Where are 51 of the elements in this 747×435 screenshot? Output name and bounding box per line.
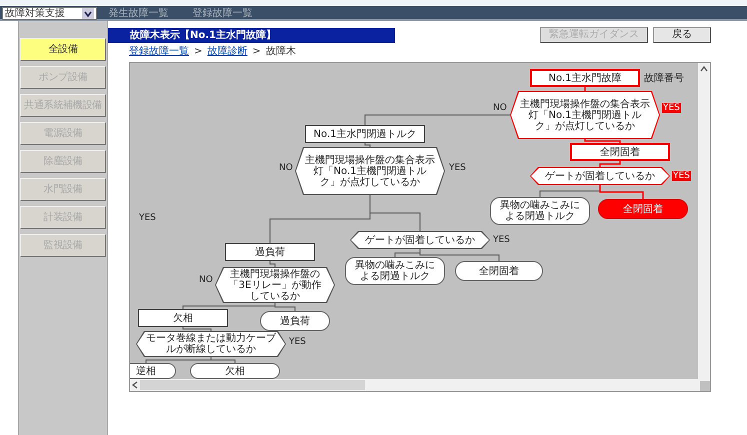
cause-node[interactable]: 異物の噛みこみによる閉過トルク: [490, 197, 590, 225]
branch-label: YES: [672, 171, 691, 181]
branch-label: NO: [198, 275, 214, 285]
question-hexagon[interactable]: 主機門現場操作盤の集合表示灯「No.1主機門閉過トルク」が点灯しているか: [510, 91, 660, 139]
question-hexagon[interactable]: モータ巻線または動力ケーブルが断線しているか: [136, 331, 286, 357]
scroll-left-icon[interactable]: [130, 379, 140, 391]
connector-line: [599, 185, 644, 199]
nav-tab[interactable]: 登録故障一覧: [180, 6, 264, 21]
horizontal-scrollbar[interactable]: [130, 379, 700, 391]
event-box[interactable]: 欠相: [138, 309, 228, 327]
cause-node[interactable]: 全閉固着: [598, 199, 688, 219]
breadcrumb-link[interactable]: 登録故障一覧: [129, 47, 189, 57]
connector-line: [364, 142, 370, 148]
scrollbar-thumb[interactable]: [140, 380, 365, 390]
event-box[interactable]: No.1主水門閉過トルク: [305, 125, 425, 143]
question-hexagon[interactable]: ゲートが固着しているか: [350, 231, 490, 249]
cause-node[interactable]: 異物の噛みこみによる閉過トルク: [345, 257, 445, 285]
fault-number-label: 故障番号: [644, 72, 684, 86]
connector-line: [584, 139, 621, 143]
page-title: 故障木表示【No.1主水門故障】: [108, 28, 395, 42]
cause-node[interactable]: 欠相: [190, 363, 280, 379]
branch-label: NO: [492, 103, 508, 113]
branch-label: YES: [288, 337, 307, 347]
connector-line: [270, 260, 276, 268]
cause-node[interactable]: 全閉固着: [455, 261, 543, 281]
cause-node[interactable]: 逆相: [130, 363, 176, 379]
connector-line: [584, 87, 586, 91]
question-hexagon[interactable]: 主機門現場操作盤の集合表示灯「No.1主機門閉過トルク」が点灯しているか: [295, 147, 445, 195]
breadcrumb-current: 故障木: [266, 47, 296, 57]
equipment-button[interactable]: 全設備: [20, 38, 106, 61]
branch-label: YES: [662, 103, 681, 113]
breadcrumb-separator: >: [252, 47, 261, 57]
branch-label: YES: [138, 213, 157, 223]
branch-label: NO: [278, 163, 294, 173]
event-box[interactable]: 過負荷: [225, 243, 315, 261]
vertical-scrollbar[interactable]: [698, 63, 710, 381]
nav-tab[interactable]: 発生故障一覧: [96, 6, 180, 21]
question-hexagon[interactable]: ゲートが固着しているか: [530, 167, 670, 185]
branch-label: YES: [492, 235, 511, 245]
connector-line: [182, 326, 212, 332]
breadcrumb-link[interactable]: 故障診断: [207, 47, 248, 57]
branch-label: YES: [448, 163, 467, 173]
cause-node[interactable]: 過負荷: [260, 311, 330, 331]
breadcrumb-separator: >: [194, 47, 202, 57]
action-button[interactable]: 戻る: [653, 27, 711, 43]
connector-line: [599, 161, 621, 167]
question-hexagon[interactable]: 主機門現場操作盤の「3Eリレー」が動作しているか: [215, 267, 335, 303]
event-box[interactable]: 全閉固着: [570, 143, 670, 161]
event-box[interactable]: No.1主水門故障: [530, 69, 640, 87]
app-select[interactable]: 故障対策支援: [2, 7, 96, 20]
dropdown-icon[interactable]: [82, 8, 94, 19]
